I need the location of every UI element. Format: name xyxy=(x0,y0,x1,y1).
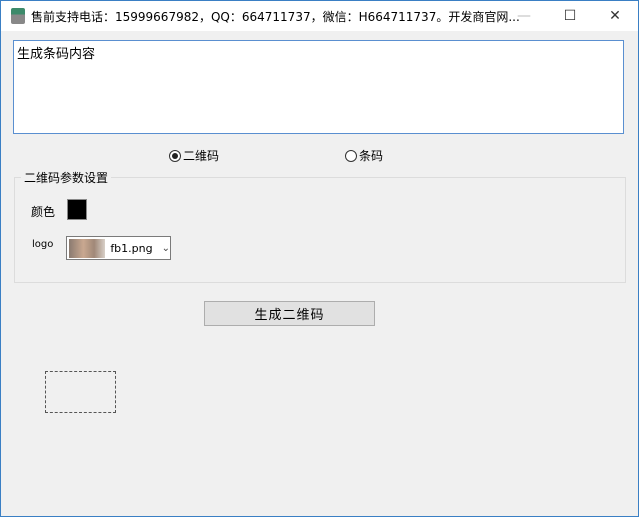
radio-label: 二维码 xyxy=(183,149,220,163)
app-icon xyxy=(11,8,25,24)
radio-qrcode[interactable]: 二维码 xyxy=(169,147,219,164)
logo-label: logo xyxy=(32,239,54,250)
radio-label: 条码 xyxy=(359,149,384,163)
color-picker-button[interactable] xyxy=(67,199,87,220)
generate-qrcode-button[interactable]: 生成二维码 xyxy=(204,301,375,326)
qr-settings-group xyxy=(14,177,626,283)
window-title: 售前支持电话：15999667982，QQ：664711737，微信：H6647… xyxy=(31,9,520,24)
logo-filename: fb1.png xyxy=(110,241,153,255)
radio-barcode[interactable]: 条码 xyxy=(345,147,383,164)
title-bar: 售前支持电话：15999667982，QQ：664711737，微信：H6647… xyxy=(1,1,638,31)
color-label: 颜色 xyxy=(31,205,56,219)
radio-unselected-icon xyxy=(345,149,357,162)
group-title: 二维码参数设置 xyxy=(21,169,112,186)
radio-selected-icon xyxy=(169,149,181,162)
logo-thumbnail xyxy=(69,238,106,258)
qrcode-preview xyxy=(45,371,116,413)
minimize-button[interactable]: — xyxy=(501,1,547,31)
logo-select[interactable]: fb1.png ⌄ xyxy=(66,236,171,260)
barcode-content-input[interactable]: 生成条码内容 xyxy=(13,40,624,134)
chevron-down-icon: ⌄ xyxy=(161,242,170,254)
close-button[interactable]: ✕ xyxy=(592,1,638,31)
maximize-button[interactable]: ☐ xyxy=(547,1,593,31)
